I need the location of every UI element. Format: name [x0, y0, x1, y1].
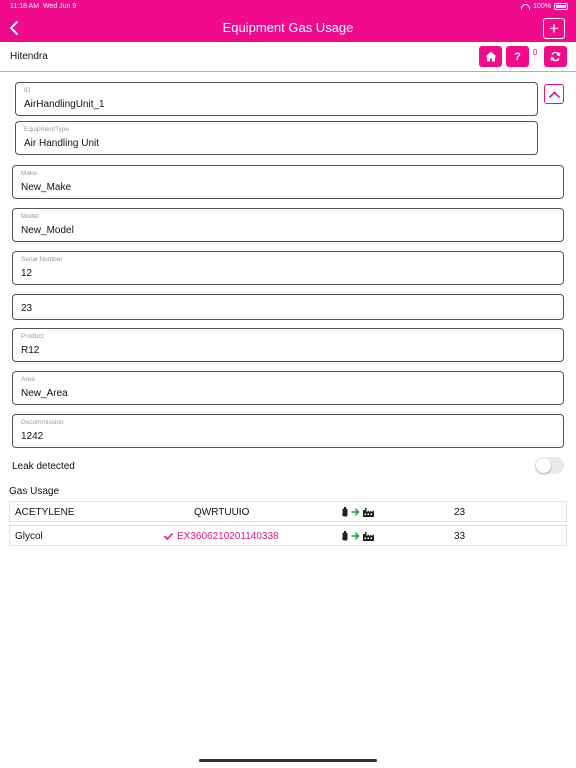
make-label: Make: [21, 170, 37, 177]
gas-code-text: EX3606210201140338: [177, 531, 279, 542]
home-indicator: [199, 759, 377, 762]
nav-bar: Equipment Gas Usage +: [0, 14, 576, 42]
checkmark-icon: [164, 533, 173, 540]
id-label: ID: [24, 87, 31, 94]
product-label: Product: [21, 333, 44, 340]
gas-name: Glycol: [15, 531, 43, 542]
serial-number-label: Serial Number: [21, 256, 63, 263]
equipment-type-value: Air Handling Unit: [24, 138, 100, 149]
plus-icon: +: [549, 19, 559, 38]
make-value: New_Make: [21, 182, 72, 193]
home-icon: [485, 51, 496, 62]
battery-icon: [554, 3, 568, 10]
status-bar: 11:18 AM Wed Jun 9 100%: [0, 0, 576, 14]
gas-usage-title: Gas Usage: [9, 486, 60, 497]
factory-icon: [363, 507, 374, 517]
model-value: New_Model: [21, 225, 74, 236]
area-value: New_Area: [21, 388, 68, 399]
status-indicators: 100%: [521, 3, 568, 10]
decommission-value: 1242: [21, 431, 44, 442]
status-time: 11:18 AM Wed Jun 9: [10, 3, 77, 10]
model-field[interactable]: Model New_Model: [12, 208, 564, 242]
id-value: AirHandlingUnit_1: [24, 99, 105, 110]
gas-quantity: 23: [454, 507, 466, 518]
unlabeled-value: 23: [21, 303, 33, 314]
cylinder-icon: [342, 531, 348, 541]
arrow-right-icon: [351, 508, 360, 516]
leak-detected-toggle[interactable]: [535, 457, 564, 474]
id-field[interactable]: ID AirHandlingUnit_1: [15, 82, 538, 116]
unlabeled-field[interactable]: 23: [12, 294, 564, 320]
area-field[interactable]: Area New_Area: [12, 371, 564, 405]
equipment-type-label: EquipmentType: [24, 126, 70, 133]
gas-code: QWRTUUIO: [194, 507, 250, 518]
make-field[interactable]: Make New_Make: [12, 165, 564, 199]
product-field[interactable]: Product R12: [12, 328, 564, 362]
gas-quantity: 33: [454, 531, 466, 542]
add-button[interactable]: +: [543, 18, 565, 39]
product-value: R12: [21, 345, 40, 356]
transfer-icons: [342, 507, 374, 517]
cylinder-icon: [342, 507, 348, 517]
help-button[interactable]: ?: [506, 46, 529, 67]
question-icon: ?: [514, 50, 521, 63]
gas-code: EX3606210201140338: [164, 531, 279, 542]
model-label: Model: [21, 213, 39, 220]
refresh-icon: [550, 51, 561, 62]
serial-number-value: 12: [21, 268, 33, 279]
chevron-up-icon: [548, 90, 560, 98]
user-row: Hitendra ? 0: [0, 42, 576, 72]
decommission-field[interactable]: Decommission 1242: [12, 414, 564, 448]
factory-icon: [363, 531, 374, 541]
area-label: Area: [21, 376, 35, 383]
gas-row[interactable]: Glycol EX3606210201140338 33: [9, 525, 567, 546]
page-title: Equipment Gas Usage: [222, 20, 354, 35]
transfer-icons: [342, 531, 374, 541]
gas-name: ACETYLENE: [15, 507, 75, 518]
serial-number-field[interactable]: Serial Number 12: [12, 251, 564, 285]
toggle-knob: [536, 458, 551, 473]
arrow-right-icon: [351, 532, 360, 540]
refresh-button[interactable]: [544, 46, 567, 67]
user-name: Hitendra: [10, 51, 48, 62]
leak-detected-label: Leak detected: [12, 461, 75, 472]
wifi-icon: [521, 3, 531, 10]
equipment-type-field[interactable]: EquipmentType Air Handling Unit: [15, 121, 538, 155]
collapse-button[interactable]: [544, 84, 564, 104]
decommission-label: Decommission: [21, 419, 64, 426]
home-button[interactable]: [479, 46, 502, 67]
gas-row[interactable]: ACETYLENE QWRTUUIO 23: [9, 501, 567, 522]
battery-percent: 100%: [533, 3, 551, 10]
sync-counter: 0: [533, 48, 538, 57]
